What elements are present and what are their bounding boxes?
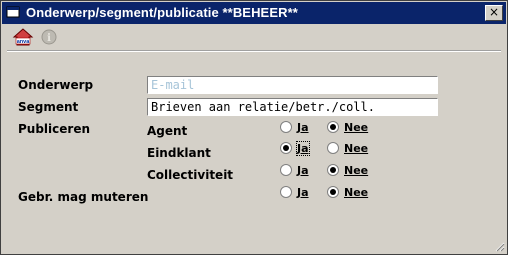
collectiviteit-label: Collectiviteit [147,168,234,182]
eindklant-ja-label[interactable]: Ja [296,141,310,156]
agent-nee-label[interactable]: Nee [344,121,368,134]
agent-label: Agent [147,124,188,138]
agent-ja-radio[interactable] [280,121,292,133]
collectiviteit-nee-radio[interactable] [327,164,339,176]
eindklant-label: Eindklant [147,146,211,160]
publiceren-label: Publiceren [18,122,91,136]
segment-label: Segment [18,100,79,114]
collectiviteit-nee-label[interactable]: Nee [344,164,368,177]
onderwerp-label: Onderwerp [18,78,94,92]
dialog-window: Onderwerp/segment/publicatie **BEHEER** … [0,0,508,255]
anva-logo-text: anva [17,39,30,45]
collectiviteit-ja-label[interactable]: Ja [297,164,309,177]
eindklant-nee-radio[interactable] [327,142,339,154]
info-button[interactable]: i [39,27,61,47]
gebr-nee-label[interactable]: Nee [344,186,368,199]
resize-grip-icon[interactable] [495,242,505,252]
close-button[interactable]: × [485,5,503,21]
gebr-ja-label[interactable]: Ja [297,186,309,199]
window-icon [6,6,20,18]
info-icon: i [41,29,57,45]
eindklant-nee-label[interactable]: Nee [344,142,368,155]
gebr-nee-radio[interactable] [327,186,339,198]
agent-ja-label[interactable]: Ja [297,121,309,134]
collectiviteit-ja-radio[interactable] [280,164,292,176]
gebr-mag-muteren-label: Gebr. mag muteren [18,190,149,204]
anva-home-button[interactable]: anva [12,27,34,47]
onderwerp-field[interactable]: E-mail [147,76,438,94]
title-bar[interactable]: Onderwerp/segment/publicatie **BEHEER** … [2,2,506,24]
agent-nee-radio[interactable] [327,121,339,133]
segment-field[interactable]: Brieven aan relatie/betr./coll. [147,98,438,116]
svg-text:i: i [47,33,51,44]
window-title: Onderwerp/segment/publicatie **BEHEER** [26,5,298,20]
eindklant-ja-radio[interactable] [280,142,292,154]
anva-home-icon: anva [12,28,34,46]
toolbar-separator [7,50,501,52]
gebr-ja-radio[interactable] [280,186,292,198]
